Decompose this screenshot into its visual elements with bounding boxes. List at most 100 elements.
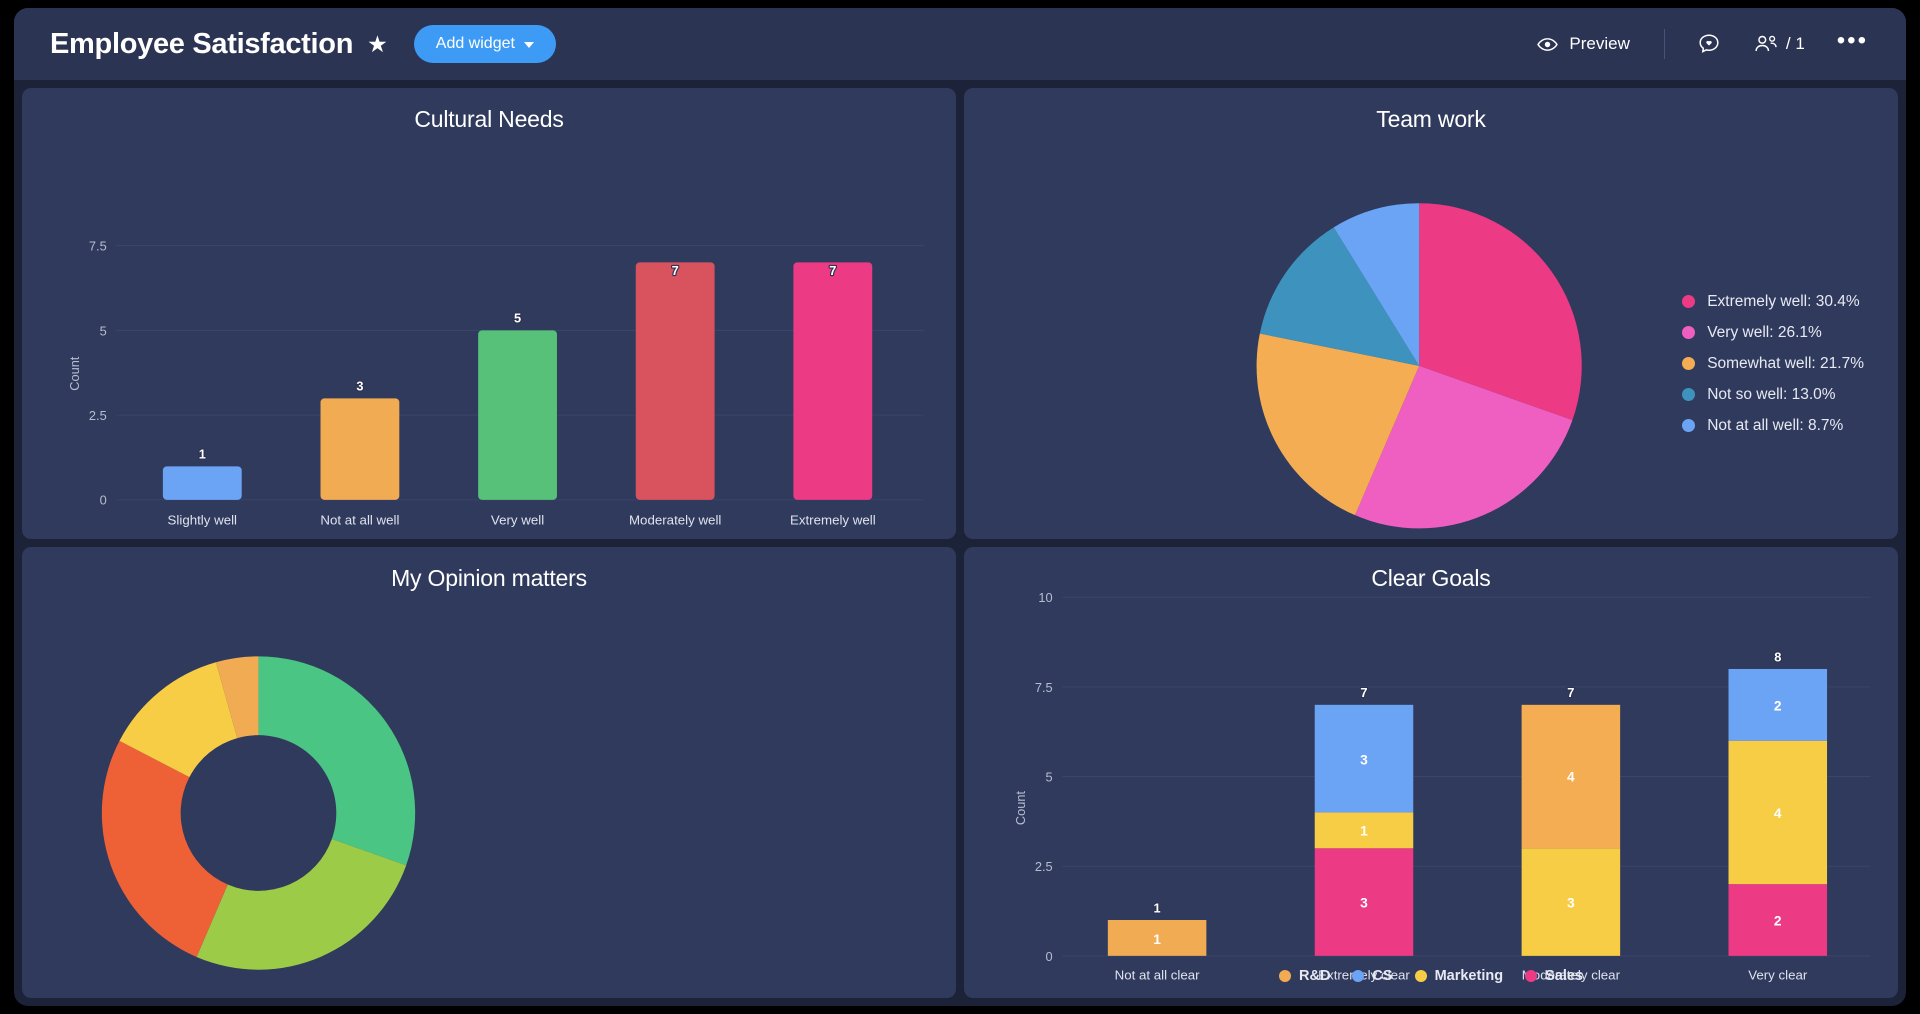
widget-my-opinion-matters: My Opinion matters: [22, 547, 956, 998]
eye-icon: [1537, 34, 1558, 55]
y-tick: 0: [100, 493, 107, 508]
add-widget-button[interactable]: Add widget: [414, 25, 556, 63]
bar-value-label: 5: [514, 310, 521, 325]
legend-item[interactable]: R&D: [1279, 968, 1330, 984]
y-tick: 5: [1046, 769, 1053, 784]
legend-label: Extremely well: 30.4%: [1707, 293, 1859, 311]
segment-value-label: 1: [1153, 932, 1161, 947]
header-actions: Preview / 1 •••: [1519, 29, 1884, 59]
legend-item[interactable]: Sales: [1525, 968, 1583, 984]
members-count: / 1: [1786, 34, 1805, 54]
x-tick: Very well: [491, 512, 544, 527]
legend-color-swatch: [1525, 970, 1537, 982]
y-axis-title: Count: [67, 356, 82, 391]
segment-value-label: 3: [1360, 896, 1368, 911]
dashboard-app: Employee Satisfaction ★ Add widget Previ…: [14, 8, 1906, 1006]
pie-slices: [1257, 203, 1582, 528]
segment-value-label: 2: [1774, 699, 1782, 714]
my-opinion-matters-chart: [22, 547, 956, 995]
members-button[interactable]: / 1: [1737, 32, 1821, 56]
add-widget-label: Add widget: [436, 35, 515, 53]
legend-color-swatch: [1682, 419, 1695, 432]
bar[interactable]: [163, 466, 242, 499]
legend-label: CS: [1372, 968, 1392, 984]
segment-value-label: 4: [1567, 769, 1575, 784]
legend-color-swatch: [1279, 970, 1291, 982]
clear-goals-chart: 10 7.5 5 2.5 0 Count 1 1 3 1 3 7: [964, 547, 1898, 995]
legend-label: Not at all well: 8.7%: [1707, 417, 1843, 435]
bar-value-label: 7: [672, 263, 679, 278]
members-icon: [1753, 32, 1779, 56]
bar[interactable]: [321, 398, 400, 499]
legend-item[interactable]: Marketing: [1415, 968, 1504, 984]
legend-label: Not so well: 13.0%: [1707, 386, 1835, 404]
legend-item[interactable]: Not so well: 13.0%: [1682, 379, 1864, 410]
comment-button[interactable]: [1681, 32, 1737, 56]
x-tick: Not at all well: [320, 512, 399, 527]
y-tick: 5: [100, 323, 107, 338]
legend-label: Very well: 26.1%: [1707, 324, 1822, 342]
page-title: Employee Satisfaction: [50, 28, 353, 61]
widget-cultural-needs: Cultural Needs 7.5 5 2.5 0 Count: [22, 88, 956, 539]
bar-value-label: 3: [356, 378, 363, 393]
legend-item[interactable]: CS: [1352, 968, 1392, 984]
star-icon[interactable]: ★: [367, 33, 388, 56]
legend-color-swatch: [1682, 357, 1695, 370]
bar[interactable]: [478, 330, 557, 499]
donut-slice[interactable]: [102, 741, 228, 957]
pie-legend: Extremely well: 30.4% Very well: 26.1% S…: [1682, 286, 1864, 441]
legend-label: Marketing: [1435, 968, 1504, 984]
widget-team-work: Team work Extremely w: [964, 88, 1898, 539]
legend-color-swatch: [1352, 970, 1364, 982]
y-tick: 2.5: [89, 408, 107, 423]
bar[interactable]: [636, 262, 715, 499]
y-tick: 7.5: [1035, 680, 1053, 695]
x-tick: Extremely well: [790, 512, 876, 527]
y-tick: 0: [1046, 949, 1053, 964]
segment-value-label: 3: [1567, 896, 1575, 911]
legend-label: Sales: [1545, 968, 1583, 984]
bar-value-label: 1: [199, 446, 206, 461]
more-icon: •••: [1837, 34, 1868, 54]
segment-value-label: 3: [1360, 753, 1368, 768]
legend-label: R&D: [1299, 968, 1330, 984]
preview-label: Preview: [1569, 34, 1629, 54]
legend-color-swatch: [1682, 295, 1695, 308]
chevron-down-icon: [524, 42, 534, 48]
segment-value-label: 2: [1774, 913, 1782, 928]
bar-total-label: 8: [1774, 649, 1781, 664]
segment-value-label: 4: [1774, 806, 1782, 821]
y-tick: 10: [1038, 590, 1052, 605]
widget-grid: Cultural Needs 7.5 5 2.5 0 Count: [14, 88, 1906, 1006]
comment-icon: [1697, 32, 1721, 56]
bar-total-label: 7: [1360, 685, 1367, 700]
legend-item[interactable]: Extremely well: 30.4%: [1682, 286, 1864, 317]
bar-total-label: 7: [1567, 685, 1574, 700]
widget-clear-goals: Clear Goals 10 7.5 5 2.5 0 Count 1 1: [964, 547, 1898, 998]
clear-goals-legend: R&D CS Marketing Sales: [964, 968, 1898, 984]
bar-total-label: 1: [1154, 901, 1161, 916]
legend-color-swatch: [1682, 388, 1695, 401]
legend-item[interactable]: Very well: 26.1%: [1682, 317, 1864, 348]
y-tick: 2.5: [1035, 859, 1053, 874]
segment-value-label: 1: [1360, 824, 1368, 839]
header-divider: [1664, 29, 1665, 59]
bar[interactable]: [793, 262, 872, 499]
preview-button[interactable]: Preview: [1519, 34, 1647, 55]
legend-color-swatch: [1682, 326, 1695, 339]
donut-slices: [102, 656, 415, 969]
cultural-needs-chart: 7.5 5 2.5 0 Count 1 3 5 7 7 Slightly wel…: [22, 88, 956, 536]
legend-item[interactable]: Not at all well: 8.7%: [1682, 410, 1864, 441]
x-tick: Moderately well: [629, 512, 721, 527]
dashboard-header: Employee Satisfaction ★ Add widget Previ…: [14, 8, 1906, 80]
bar-value-label: 7: [829, 263, 836, 278]
x-tick: Slightly well: [168, 512, 238, 527]
y-axis-title: Count: [1013, 791, 1028, 826]
legend-item[interactable]: Somewhat well: 21.7%: [1682, 348, 1864, 379]
y-tick: 7.5: [89, 239, 107, 254]
legend-label: Somewhat well: 21.7%: [1707, 355, 1864, 373]
donut-slice[interactable]: [258, 656, 415, 865]
donut-slice[interactable]: [197, 839, 407, 970]
legend-color-swatch: [1415, 970, 1427, 982]
more-options-button[interactable]: •••: [1821, 34, 1884, 54]
